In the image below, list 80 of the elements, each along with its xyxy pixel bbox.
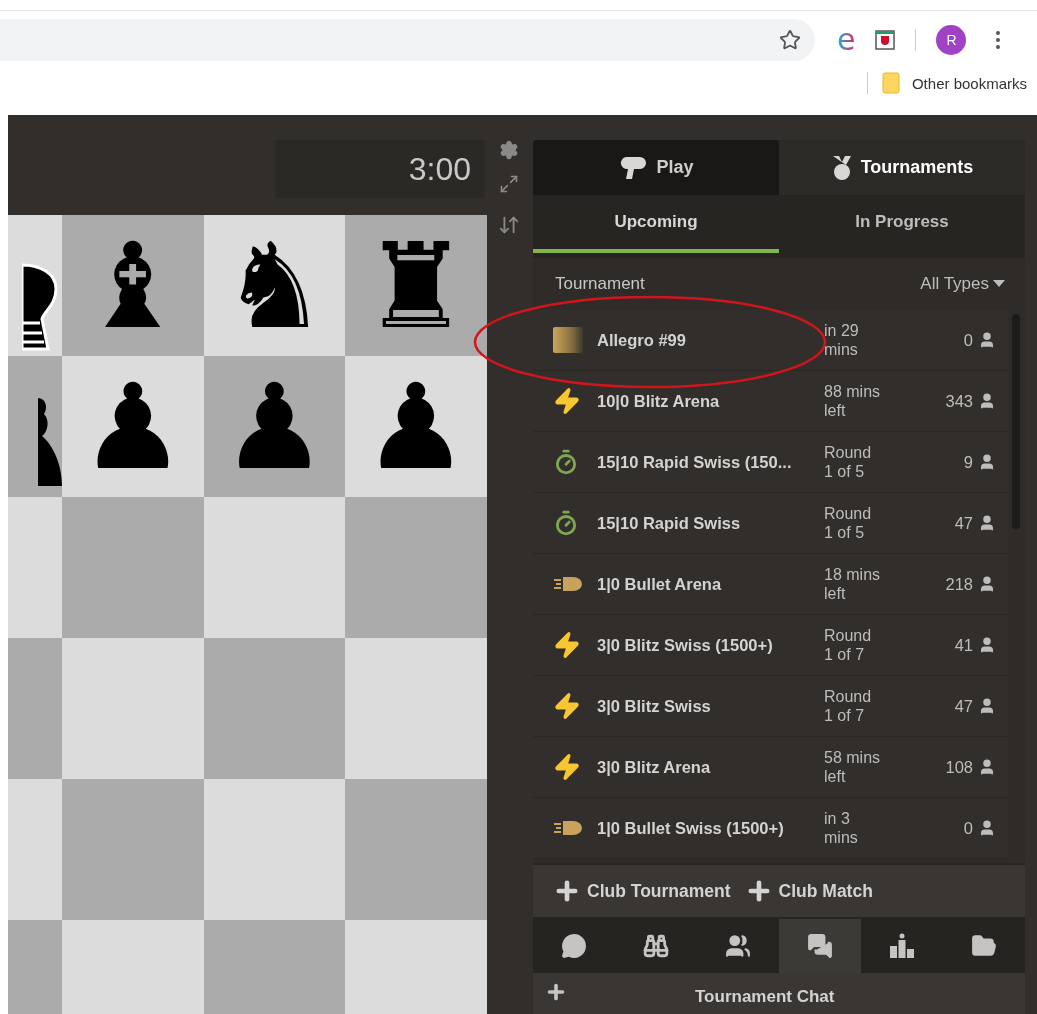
caret-icon <box>993 280 1005 288</box>
player-icon <box>978 514 996 532</box>
lightning-icon <box>553 692 581 720</box>
type-filter-dropdown[interactable]: All Types <box>920 274 1005 294</box>
tournament-name: 3|0 Blitz Arena <box>597 757 712 777</box>
chess-piece[interactable]: ♟ <box>363 367 469 486</box>
player-icon <box>978 819 996 837</box>
tournament-name: 1|0 Bullet Arena <box>597 574 723 594</box>
panel-tab[interactable]: Play <box>533 140 779 195</box>
tournament-name: 3|0 Blitz Swiss <box>597 696 712 716</box>
player-count: 9 <box>963 452 973 472</box>
create-club-link[interactable]: Club Match <box>744 877 873 905</box>
stopwatch-icon <box>553 510 579 536</box>
player-count: 0 <box>963 818 973 838</box>
chess-piece[interactable]: ♝ <box>80 226 186 345</box>
folder-icon <box>971 933 997 959</box>
player-count: 218 <box>945 574 973 594</box>
tournament-time: in 29 mins <box>824 321 860 359</box>
profile-avatar[interactable]: R <box>936 25 967 55</box>
player-icon <box>978 697 996 715</box>
player-icon <box>978 331 996 349</box>
player-icon <box>978 453 996 471</box>
chess-piece[interactable]: ♟ <box>221 367 328 486</box>
player-count: 47 <box>954 513 973 533</box>
bookmark-link[interactable]: Other bookmarks <box>911 74 1027 92</box>
bullet-icon <box>553 576 583 592</box>
player-count: 41 <box>954 635 973 655</box>
chat-title: Tournament Chat <box>695 987 835 1007</box>
player-count: 108 <box>945 757 973 777</box>
cut-pawn-icon[interactable] <box>38 395 62 488</box>
shield-extension-icon[interactable] <box>875 30 896 50</box>
tournament-time: 58 mins left <box>824 748 882 786</box>
speech-bubbles-icon <box>807 933 833 959</box>
lightning-icon <box>553 387 581 415</box>
speech-bubble-icon <box>561 933 587 959</box>
folder-icon <box>881 72 900 94</box>
bookmark-star-icon[interactable] <box>779 29 801 51</box>
settings-icon[interactable] <box>498 140 519 160</box>
player-icon <box>978 758 996 776</box>
list-tab[interactable]: In Progress <box>779 195 1025 253</box>
tournament-time: in 3 mins <box>824 809 859 847</box>
player-count: 47 <box>954 696 973 716</box>
flip-board-icon[interactable] <box>497 214 520 236</box>
podium-icon <box>889 933 915 959</box>
tournament-name: Allegro #99 <box>597 330 687 350</box>
game-clock: 3:00 <box>275 140 485 198</box>
expand-icon[interactable] <box>498 174 519 194</box>
player-count: 343 <box>945 391 973 411</box>
tournament-time: 18 mins left <box>824 565 882 603</box>
tournament-name: 10|0 Blitz Arena <box>597 391 721 411</box>
tournament-name: 1|0 Bullet Swiss (1500+) <box>597 818 785 838</box>
lightning-icon <box>553 631 581 659</box>
stopwatch-icon <box>553 449 579 475</box>
tournament-time: Round 1 of 7 <box>824 626 873 664</box>
player-icon <box>978 575 996 593</box>
column-heading: Tournament <box>555 274 645 294</box>
plus-icon[interactable] <box>545 981 567 1003</box>
create-club-link[interactable]: Club Tournament <box>553 877 731 905</box>
tournament-time: Round 1 of 5 <box>824 504 873 542</box>
people-icon <box>725 933 751 959</box>
sidebar-tab[interactable] <box>779 919 861 973</box>
tournament-time: Round 1 of 7 <box>824 687 873 725</box>
pawn-logo-icon <box>618 154 649 181</box>
bullet-icon <box>553 820 583 836</box>
tournament-time: Round 1 of 5 <box>824 443 873 481</box>
chess-piece[interactable]: ♟ <box>80 367 186 486</box>
list-tab[interactable]: Upcoming <box>533 195 779 253</box>
chess-piece[interactable]: ♞ <box>221 226 328 345</box>
lightning-icon <box>553 753 581 781</box>
panel-tab[interactable]: Tournaments <box>779 140 1025 195</box>
tournament-name: 3|0 Blitz Swiss (1500+) <box>597 635 774 655</box>
tournament-name: 15|10 Rapid Swiss (150... <box>597 452 793 472</box>
chess-piece[interactable]: ♜ <box>363 226 469 345</box>
binoculars-icon <box>643 933 669 959</box>
tournament-time: 88 mins left <box>824 382 882 420</box>
player-count: 0 <box>963 330 973 350</box>
photo-placeholder <box>553 327 583 353</box>
tournament-name: 15|10 Rapid Swiss <box>597 513 742 533</box>
player-icon <box>978 636 996 654</box>
player-icon <box>978 392 996 410</box>
